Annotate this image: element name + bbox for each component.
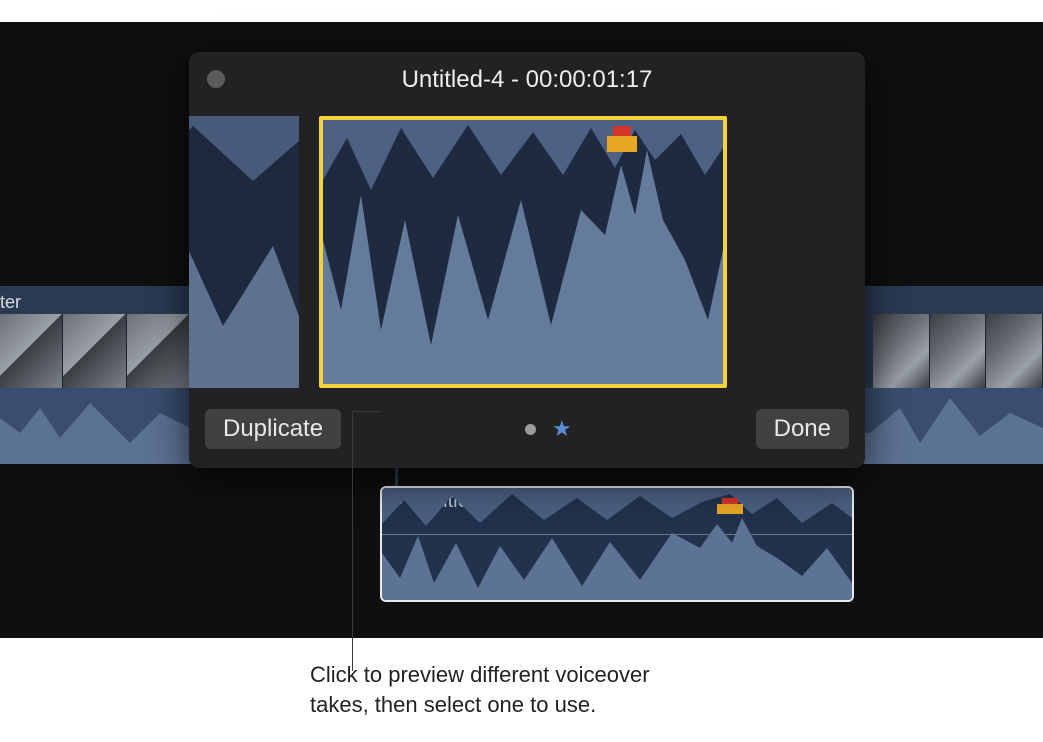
clip-thumbnails-left: [0, 314, 190, 388]
done-button[interactable]: Done: [756, 409, 849, 449]
take-dot-unselected[interactable]: [525, 424, 536, 435]
video-thumbnail: [0, 314, 63, 388]
clip-connector: [395, 465, 398, 486]
take-thumbnail-previous[interactable]: [189, 116, 299, 388]
video-thumbnail: [127, 314, 190, 388]
star-icon[interactable]: ★: [552, 416, 572, 442]
voiceover-clip-waveform: [382, 488, 854, 602]
popover-titlebar[interactable]: Untitled-4 - 00:00:01:17: [189, 52, 865, 104]
take-scrubber[interactable]: [189, 116, 865, 394]
callout-line-1: Click to preview different voiceover: [310, 660, 650, 690]
clip-thumbnails-right: [873, 314, 1043, 388]
callout-line-2: takes, then select one to use.: [310, 690, 650, 720]
clip-label-partial: ter: [0, 292, 21, 313]
video-thumbnail: [930, 314, 987, 388]
video-thumbnail: [873, 314, 930, 388]
app-background: ter Untitled-4: [0, 22, 1043, 638]
callout-text: Click to preview different voiceover tak…: [310, 660, 650, 719]
video-thumbnail: [986, 314, 1043, 388]
take-thumbnail-selected[interactable]: [319, 116, 727, 388]
voiceover-clip[interactable]: Untitled-4: [380, 486, 854, 602]
video-thumbnail: [63, 314, 126, 388]
close-window-dot[interactable]: [207, 70, 225, 88]
popover-title: Untitled-4 - 00:00:01:17: [189, 52, 865, 94]
callout-leader-line: [352, 411, 353, 671]
duplicate-button[interactable]: Duplicate: [205, 409, 341, 449]
take-indicator[interactable]: ★: [525, 416, 572, 442]
audition-popover: Untitled-4 - 00:00:01:17: [189, 52, 865, 468]
